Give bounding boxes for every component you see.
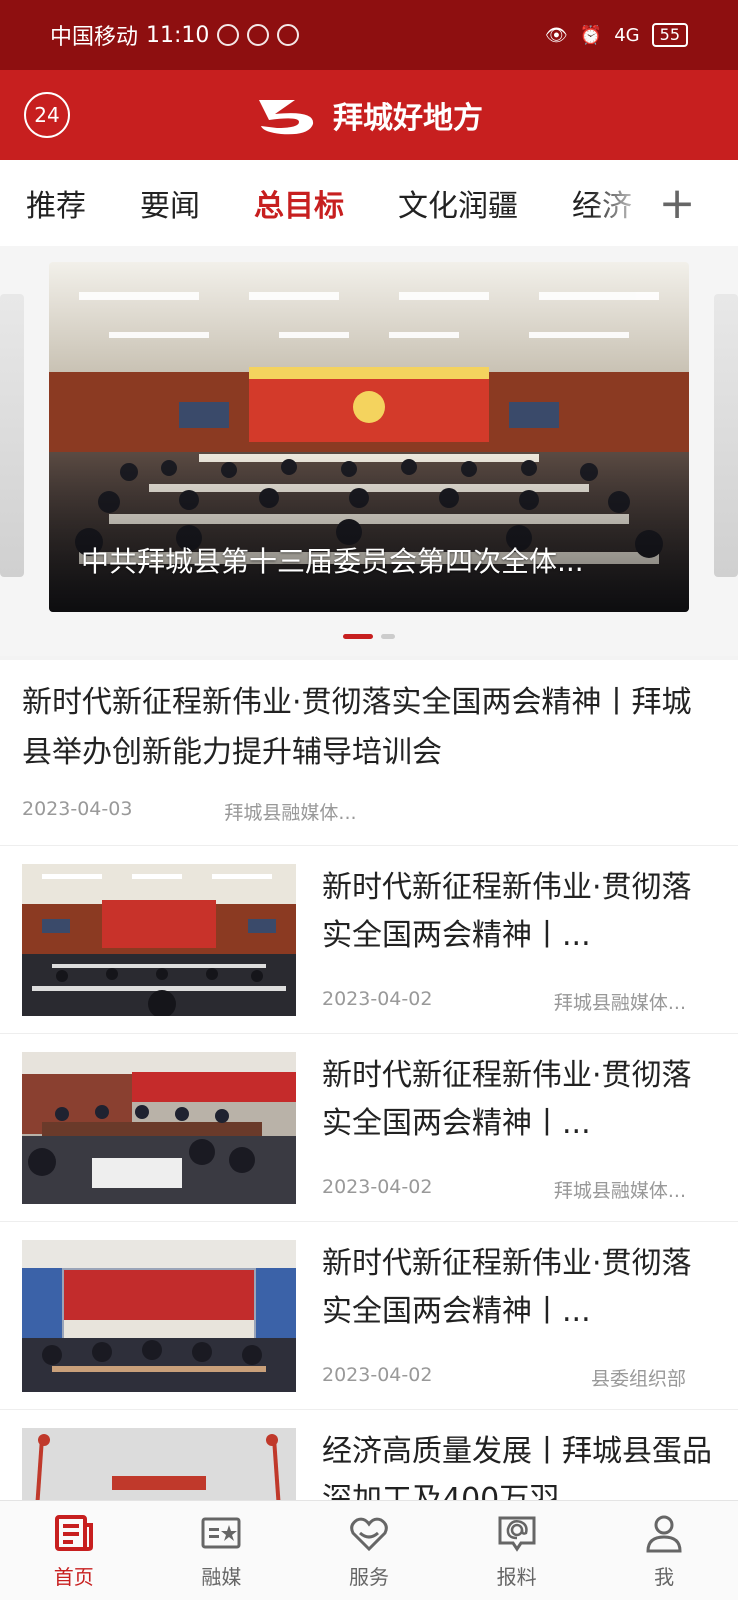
news-item[interactable]: 新时代新征程新伟业·贯彻落实全国两会精神丨... 2023-04-02 县委组织…	[0, 1222, 738, 1410]
prev-slide-peek[interactable]	[0, 294, 24, 577]
news-meta: 2023-04-02 拜城县融媒体...	[322, 988, 716, 1015]
heart-hands-icon	[350, 1517, 388, 1552]
news-thumbnail	[22, 1052, 296, 1204]
tab-culture[interactable]: 文化润疆	[398, 181, 518, 225]
news-item[interactable]: 经济高质量发展丨拜城县蛋品深加工及400万羽	[0, 1410, 738, 1500]
app-header: 24 拜城好地方	[0, 70, 738, 160]
news-body: 经济高质量发展丨拜城县蛋品深加工及400万羽	[322, 1428, 716, 1500]
news-icon	[54, 1515, 93, 1551]
plus-icon: +	[658, 177, 696, 229]
nav-service[interactable]: 服务	[295, 1501, 443, 1600]
news-source: 拜城县融媒体...	[224, 802, 357, 824]
signal-icon: 4G	[614, 24, 640, 46]
news-thumbnail	[22, 864, 296, 1016]
carousel-caption: 中共拜城县第十三届委员会第四次全体...	[81, 545, 584, 578]
news-source: 拜城县融媒体...	[553, 1180, 686, 1202]
eye-icon: 👁	[544, 24, 568, 46]
news-meta: 2023-04-02 拜城县融媒体...	[322, 1176, 716, 1203]
news-feed: 新时代新征程新伟业·贯彻落实全国两会精神丨拜城县举办创新能力提升辅导培训会 20…	[0, 660, 738, 1500]
nav-home[interactable]: 首页	[0, 1501, 148, 1600]
news-title: 经济高质量发展丨拜城县蛋品深加工及400万羽	[322, 1434, 712, 1500]
battery-indicator: 55	[651, 23, 688, 47]
next-slide-peek[interactable]	[714, 294, 738, 577]
nav-label: 融媒	[201, 1565, 242, 1589]
nav-media[interactable]: 融媒	[148, 1501, 296, 1600]
news-date: 2023-04-02	[322, 1176, 433, 1198]
carousel-dot-1[interactable]	[343, 634, 373, 639]
news-thumbnail	[22, 1240, 296, 1392]
carousel-dot-2[interactable]	[381, 634, 395, 639]
user-icon	[646, 1515, 682, 1553]
brand-name: 拜城好地方	[333, 101, 483, 136]
brand-logo-icon	[259, 100, 314, 135]
nav-report[interactable]: 报料	[443, 1501, 591, 1600]
tab-fade	[590, 160, 650, 246]
nav-label: 报料	[496, 1565, 537, 1589]
news-date: 2023-04-02	[322, 988, 433, 1010]
carousel: 中共拜城县第十三届委员会第四次全体...	[0, 246, 738, 656]
carousel-slide[interactable]: 中共拜城县第十三届委员会第四次全体...	[49, 262, 689, 612]
news-meta: 2023-04-02 县委组织部	[322, 1364, 716, 1391]
status-bar: 中国移动 11:10 👁 ⏰ 4G 55	[0, 0, 738, 70]
news-meta: 2023-04-03 拜城县融媒体...	[22, 798, 716, 825]
news-title: 新时代新征程新伟业·贯彻落实全国两会精神丨...	[322, 1058, 692, 1141]
bottom-nav: 首页 融媒 服务 报料 我	[0, 1500, 738, 1600]
news-source: 县委组织部	[590, 1368, 686, 1390]
tab-recommend[interactable]: 推荐	[26, 181, 86, 225]
news-title: 新时代新征程新伟业·贯彻落实全国两会精神丨...	[322, 1246, 692, 1329]
music-icon	[277, 24, 300, 46]
brand: 拜城好地方	[255, 92, 483, 138]
notification-icon	[217, 24, 240, 46]
channel-tabs: 推荐 要闻 总目标 文化润疆 经济 +	[0, 160, 738, 246]
news-body: 新时代新征程新伟业·贯彻落实全国两会精神丨... 2023-04-02 拜城县融…	[322, 864, 716, 1015]
media-star-icon	[201, 1517, 241, 1549]
nav-me[interactable]: 我	[590, 1501, 738, 1600]
news-title: 新时代新征程新伟业·贯彻落实全国两会精神丨...	[322, 870, 692, 953]
weibo-icon	[247, 24, 270, 46]
news-source: 拜城县融媒体...	[553, 992, 686, 1014]
news-date: 2023-04-03	[22, 798, 133, 820]
tab-general-goal[interactable]: 总目标	[254, 181, 344, 225]
add-channel-button[interactable]: +	[642, 160, 712, 246]
nav-label: 首页	[53, 1565, 94, 1589]
news-body: 新时代新征程新伟业·贯彻落实全国两会精神丨... 2023-04-02 拜城县融…	[322, 1052, 716, 1203]
carrier-name: 中国移动	[50, 25, 139, 50]
news-date: 2023-04-02	[322, 1364, 433, 1386]
news-title: 新时代新征程新伟业·贯彻落实全国两会精神丨拜城县举办创新能力提升辅导培训会	[22, 685, 692, 770]
news-item[interactable]: 新时代新征程新伟业·贯彻落实全国两会精神丨... 2023-04-02 拜城县融…	[0, 846, 738, 1034]
news-item[interactable]: 新时代新征程新伟业·贯彻落实全国两会精神丨... 2023-04-02 拜城县融…	[0, 1034, 738, 1222]
nav-label: 服务	[348, 1565, 389, 1589]
news-item[interactable]: 新时代新征程新伟业·贯彻落实全国两会精神丨拜城县举办创新能力提升辅导培训会 20…	[0, 660, 738, 846]
report-at-icon	[498, 1516, 536, 1552]
news-thumbnail	[22, 1428, 296, 1500]
nav-label: 我	[654, 1565, 675, 1589]
clock: 11:10	[146, 22, 210, 48]
news-body: 新时代新征程新伟业·贯彻落实全国两会精神丨... 2023-04-02 县委组织…	[322, 1240, 716, 1391]
tab-headlines[interactable]: 要闻	[140, 181, 200, 225]
carousel-indicator	[0, 634, 738, 639]
refresh-badge-button[interactable]: 24	[24, 92, 70, 138]
alarm-icon: ⏰	[579, 24, 603, 46]
